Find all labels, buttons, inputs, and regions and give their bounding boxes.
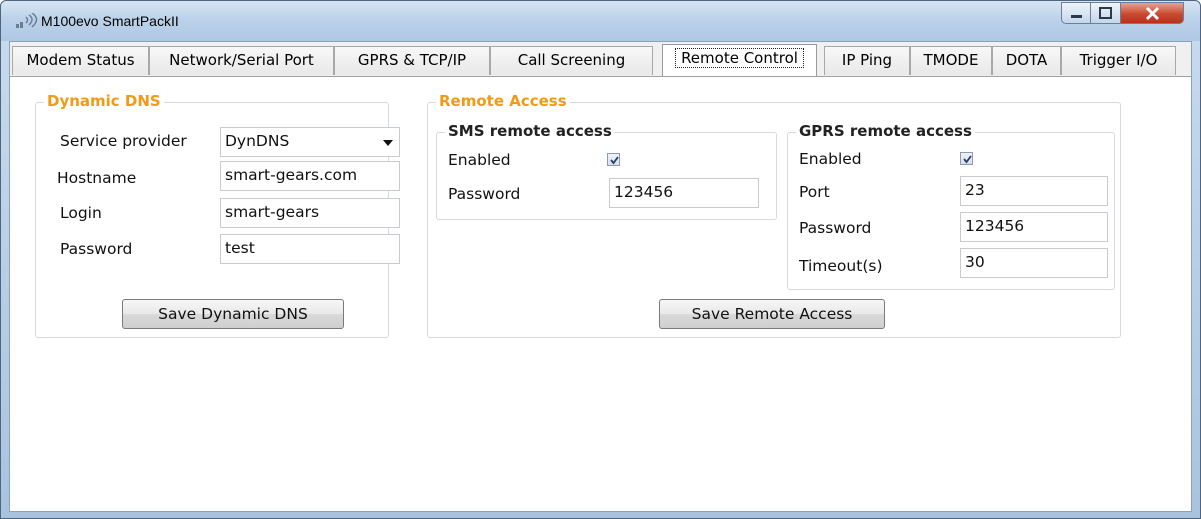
tab-modem-status[interactable]: Modem Status: [12, 46, 149, 75]
service-provider-select[interactable]: DynDNS: [220, 127, 400, 157]
checkmark-icon: [610, 156, 619, 165]
save-remote-access-button[interactable]: Save Remote Access: [659, 299, 885, 329]
tab-label: IP Ping: [841, 51, 893, 69]
tab-label: GPRS & TCP/IP: [357, 51, 467, 69]
minimize-button[interactable]: [1061, 2, 1091, 24]
sms-remote-access-legend: SMS remote access: [445, 122, 615, 140]
client-area: Modem Status Network/Serial Port GPRS & …: [9, 41, 1192, 512]
tab-label: Trigger I/O: [1079, 51, 1158, 69]
gprs-enabled-checkbox[interactable]: [960, 152, 973, 165]
tab-call-screening[interactable]: Call Screening: [490, 46, 653, 75]
gprs-timeout-label: Timeout(s): [799, 257, 883, 275]
maximize-button[interactable]: [1091, 2, 1121, 24]
save-dynamic-dns-button[interactable]: Save Dynamic DNS: [122, 299, 344, 329]
dynamic-dns-group: Dynamic DNS Service provider DynDNS Host…: [35, 92, 400, 338]
tab-dota[interactable]: DOTA: [992, 46, 1061, 75]
tab-label: Modem Status: [26, 51, 135, 69]
tab-ip-ping[interactable]: IP Ping: [824, 46, 910, 75]
ddns-password-input[interactable]: test: [220, 234, 400, 264]
gprs-port-input[interactable]: 23: [960, 176, 1108, 206]
tab-strip: Modem Status Network/Serial Port GPRS & …: [10, 42, 1191, 77]
gprs-password-input[interactable]: 123456: [960, 212, 1108, 242]
gprs-remote-access-group: GPRS remote access Enabled Port 23 Passw…: [787, 122, 1115, 290]
title-bar[interactable]: M100evo SmartPackII: [1, 1, 1200, 41]
remote-access-legend: Remote Access: [436, 92, 570, 110]
sms-enabled-checkbox[interactable]: [607, 153, 620, 166]
close-icon: [1145, 6, 1160, 21]
tab-tmode[interactable]: TMODE: [910, 46, 992, 75]
gprs-password-label: Password: [799, 219, 872, 237]
remote-access-group: Remote Access SMS remote access Enabled …: [427, 92, 1121, 338]
hostname-label: Hostname: [57, 169, 137, 187]
maximize-icon: [1099, 7, 1112, 19]
gprs-remote-access-legend: GPRS remote access: [796, 122, 975, 140]
dynamic-dns-legend: Dynamic DNS: [44, 92, 164, 110]
minimize-icon: [1071, 15, 1082, 18]
checkmark-icon: [963, 155, 972, 164]
sms-enabled-label: Enabled: [448, 151, 511, 169]
gprs-enabled-label: Enabled: [799, 150, 862, 168]
signal-icon: [16, 13, 38, 28]
app-window: M100evo SmartPackII Modem Status Network…: [0, 0, 1201, 519]
tab-label: TMODE: [923, 51, 979, 69]
tab-gprs-tcp-ip[interactable]: GPRS & TCP/IP: [334, 46, 490, 75]
gprs-timeout-input[interactable]: 30: [960, 248, 1108, 278]
tab-label: DOTA: [1005, 51, 1048, 69]
login-label: Login: [60, 204, 102, 222]
password-label: Password: [60, 240, 133, 258]
tab-label: Network/Serial Port: [169, 51, 314, 69]
close-button[interactable]: [1121, 2, 1184, 24]
sms-password-input[interactable]: 123456: [609, 178, 759, 208]
window-title: M100evo SmartPackII: [41, 13, 179, 29]
tab-network-serial-port[interactable]: Network/Serial Port: [149, 46, 334, 75]
sms-password-label: Password: [448, 185, 521, 203]
gprs-port-label: Port: [799, 183, 830, 201]
tab-trigger-io[interactable]: Trigger I/O: [1061, 46, 1176, 75]
tab-label: Remote Control: [675, 48, 804, 68]
tab-label: Call Screening: [517, 51, 626, 69]
sms-remote-access-group: SMS remote access Enabled Password 12345…: [436, 122, 777, 220]
login-input[interactable]: smart-gears: [220, 198, 400, 228]
dropdown-arrow-icon[interactable]: [383, 140, 393, 146]
hostname-input[interactable]: smart-gears.com: [220, 161, 400, 191]
service-provider-label: Service provider: [60, 132, 187, 150]
tab-remote-control[interactable]: Remote Control: [662, 44, 817, 76]
service-provider-value: DynDNS: [225, 132, 290, 150]
